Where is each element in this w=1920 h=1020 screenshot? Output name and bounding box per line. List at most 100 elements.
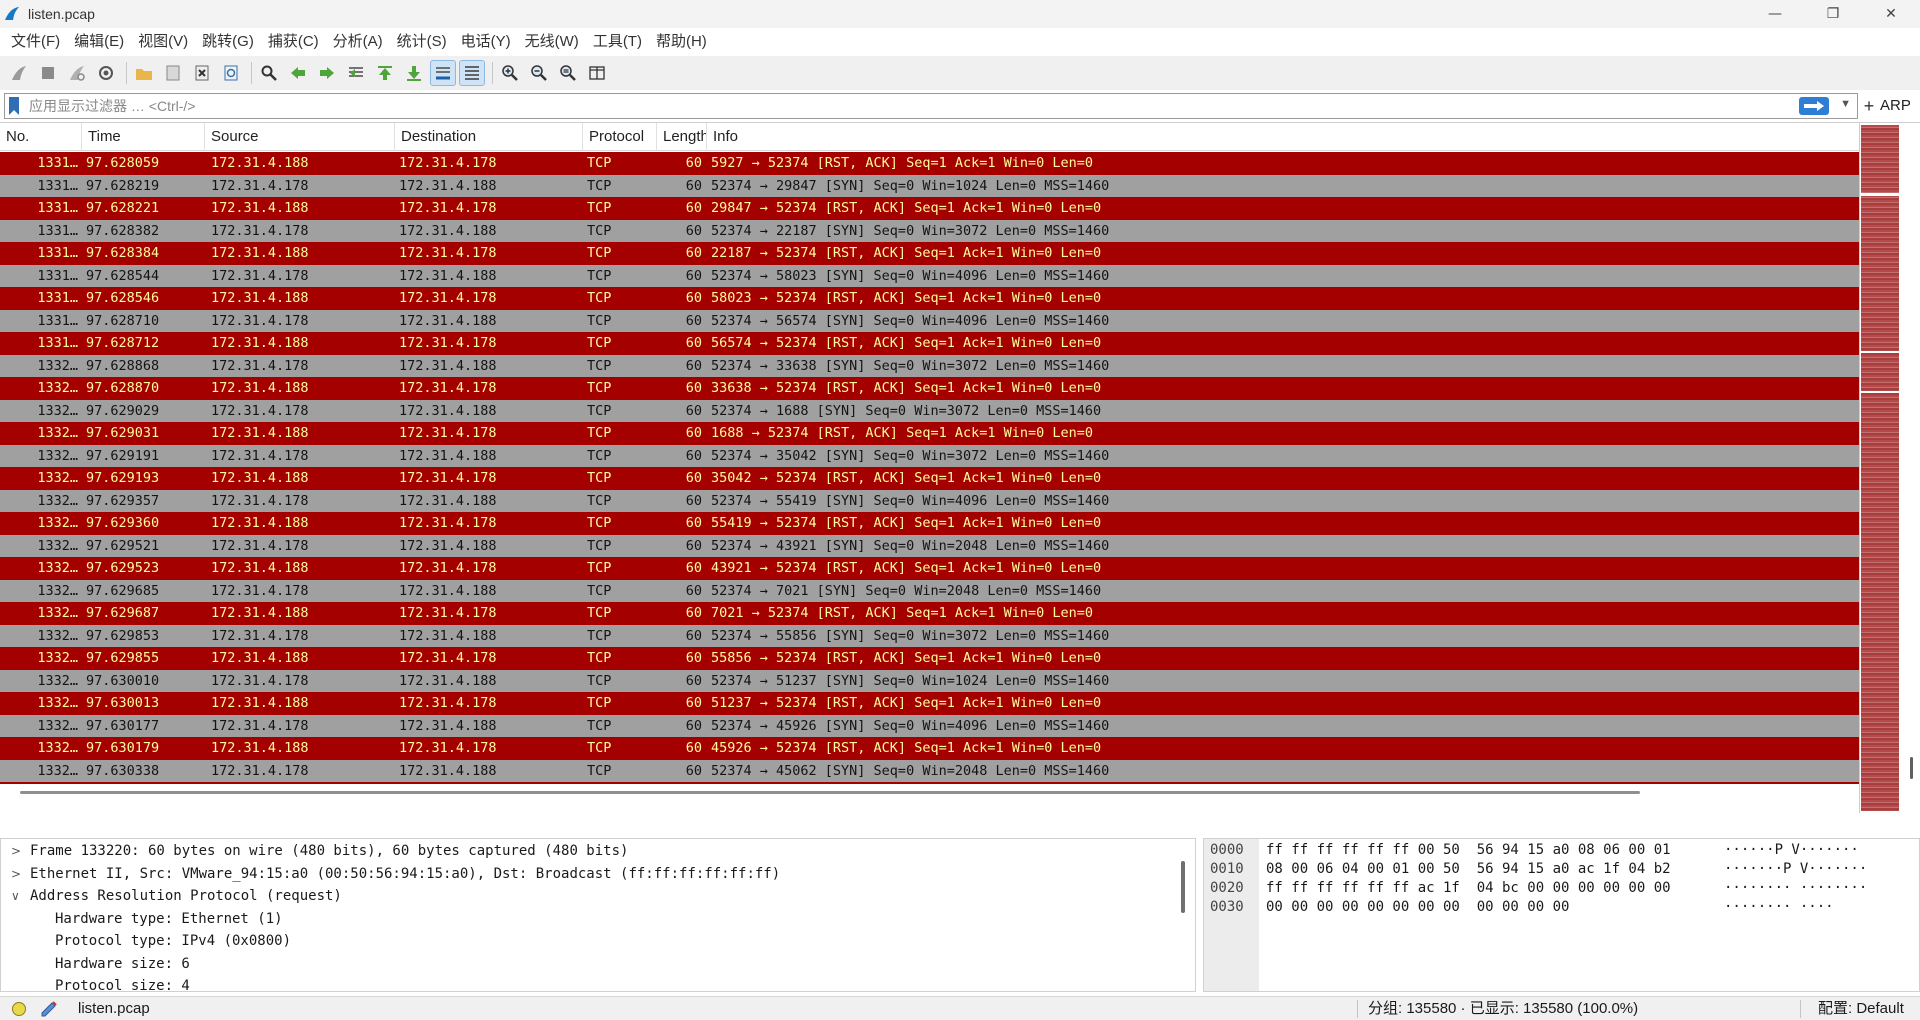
bytes-hex[interactable]: ff ff ff ff ff ff ac 1f 04 bc 00 00 00 0…	[1266, 879, 1671, 898]
packet-list-vscrollbar[interactable]	[1902, 123, 1920, 813]
go-forward-icon[interactable]	[314, 60, 340, 86]
packet-row[interactable]: 1332… 97.629031 172.31.4.188 172.31.4.178 TC…	[0, 422, 1859, 445]
minimize-button[interactable]: —	[1746, 0, 1804, 28]
packet-row[interactable]: 1331… 97.628219 172.31.4.178 172.31.4.188 TC…	[0, 174, 1859, 197]
close-file-icon[interactable]	[189, 60, 215, 86]
packet-row[interactable]: 1332… 97.629685 172.31.4.178 172.31.4.188 TC…	[0, 579, 1859, 602]
bytes-hex[interactable]: 00 00 00 00 00 00 00 00 00 00 00 00	[1266, 898, 1569, 917]
column-header-no[interactable]: No.	[0, 123, 82, 151]
status-profile[interactable]: 配置: Default	[1818, 997, 1904, 1020]
go-to-packet-icon[interactable]	[343, 60, 369, 86]
bytes-hex[interactable]: 08 00 06 04 00 01 00 50 56 94 15 a0 ac 1…	[1266, 860, 1671, 879]
packet-row[interactable]: 1332… 97.629193 172.31.4.188 172.31.4.178 TC…	[0, 467, 1859, 490]
packet-row[interactable]: 1331… 97.628544 172.31.4.178 172.31.4.188 TC…	[0, 264, 1859, 287]
menu-help[interactable]: 帮助(H)	[649, 28, 714, 56]
apply-filter-button[interactable]	[1799, 97, 1829, 115]
bytes-ascii[interactable]: ········ ········	[1724, 879, 1867, 898]
packet-row[interactable]: 1332… 97.629191 172.31.4.178 172.31.4.188 TC…	[0, 444, 1859, 467]
saved-filter-button-arp[interactable]: ARP	[1880, 92, 1911, 120]
column-header-destination[interactable]: Destination	[395, 123, 583, 151]
menu-capture[interactable]: 捕获(C)	[261, 28, 326, 56]
packet-row[interactable]: 1331… 97.628546 172.31.4.188 172.31.4.178 TC…	[0, 287, 1859, 310]
packet-row[interactable]: 1332… 97.629855 172.31.4.188 172.31.4.178 TC…	[0, 647, 1859, 670]
capture-options-icon[interactable]	[93, 60, 119, 86]
packet-list-hscrollbar[interactable]	[0, 787, 1859, 799]
menu-tools[interactable]: 工具(T)	[586, 28, 649, 56]
colorize-icon[interactable]	[459, 60, 485, 86]
packet-row[interactable]: 1332… 97.628870 172.31.4.188 172.31.4.178 TC…	[0, 377, 1859, 400]
details-tree-node[interactable]: > Ethernet II, Src: VMware_94:15:a0 (00:5…	[1, 863, 1171, 886]
details-field[interactable]: Hardware size: 6	[1, 953, 1171, 976]
details-scrollbar-thumb[interactable]	[1181, 861, 1185, 913]
packet-row[interactable]: 1331… 97.628059 172.31.4.188 172.31.4.178 TC…	[0, 152, 1859, 175]
menu-statistics[interactable]: 统计(S)	[390, 28, 454, 56]
packet-row[interactable]: 1331… 97.628221 172.31.4.188 172.31.4.178 TC…	[0, 197, 1859, 220]
packet-minimap[interactable]	[1859, 123, 1901, 813]
filter-history-dropdown-icon[interactable]: ▼	[1840, 98, 1851, 110]
open-file-icon[interactable]	[131, 60, 157, 86]
go-first-icon[interactable]	[372, 60, 398, 86]
restart-capture-icon[interactable]	[64, 60, 90, 86]
reload-file-icon[interactable]	[218, 60, 244, 86]
column-header-source[interactable]: Source	[205, 123, 395, 151]
packet-row[interactable]: 1332… 97.629687 172.31.4.188 172.31.4.178 TC…	[0, 602, 1859, 625]
menu-view[interactable]: 视图(V)	[131, 28, 195, 56]
vscrollbar-thumb[interactable]	[1910, 757, 1913, 779]
chevron-right-icon[interactable]: >	[11, 863, 23, 886]
bytes-ascii[interactable]: ·······P V·······	[1724, 860, 1867, 879]
packet-row[interactable]: 1331… 97.628384 172.31.4.188 172.31.4.178 TC…	[0, 242, 1859, 265]
packet-row[interactable]: 1332… 97.630177 172.31.4.178 172.31.4.188 TC…	[0, 714, 1859, 737]
filter-bookmark-icon[interactable]	[7, 96, 21, 116]
packet-row[interactable]: 1332… 97.630013 172.31.4.188 172.31.4.178 TC…	[0, 692, 1859, 715]
expert-info-led-icon[interactable]	[12, 1002, 26, 1016]
column-header-time[interactable]: Time	[82, 123, 205, 151]
shark-fin-start-icon[interactable]	[6, 60, 32, 86]
find-packet-icon[interactable]	[256, 60, 282, 86]
chevron-down-icon[interactable]: ∨	[11, 885, 23, 908]
bytes-ascii[interactable]: ········ ····	[1724, 898, 1834, 917]
details-field[interactable]: Hardware type: Ethernet (1)	[1, 908, 1171, 931]
zoom-out-icon[interactable]	[526, 60, 552, 86]
restore-button[interactable]: ❐	[1804, 0, 1862, 28]
bytes-ascii[interactable]: ······P V·······	[1724, 841, 1859, 860]
menu-edit[interactable]: 编辑(E)	[67, 28, 131, 56]
packet-row[interactable]: 1332… 97.629029 172.31.4.178 172.31.4.188 TC…	[0, 399, 1859, 422]
resize-columns-icon[interactable]	[584, 60, 610, 86]
display-filter-input[interactable]	[29, 95, 1779, 117]
packet-row[interactable]: 1332… 97.629521 172.31.4.178 172.31.4.188 TC…	[0, 534, 1859, 557]
packet-row[interactable]: 1332… 97.630342 172.31.4.188 172.31.4.178 TC…	[0, 782, 1859, 784]
packet-row[interactable]: 1332… 97.630338 172.31.4.178 172.31.4.188 TC…	[0, 759, 1859, 782]
column-header-info[interactable]: Info	[707, 123, 1859, 151]
menu-analyze[interactable]: 分析(A)	[326, 28, 390, 56]
packet-row[interactable]: 1332… 97.630010 172.31.4.178 172.31.4.188 TC…	[0, 669, 1859, 692]
packet-row[interactable]: 1331… 97.628710 172.31.4.178 172.31.4.188 TC…	[0, 309, 1859, 332]
go-last-icon[interactable]	[401, 60, 427, 86]
menu-telephony[interactable]: 电话(Y)	[454, 28, 518, 56]
packet-row[interactable]: 1332… 97.629360 172.31.4.188 172.31.4.178 TC…	[0, 512, 1859, 535]
zoom-in-icon[interactable]	[497, 60, 523, 86]
save-file-icon[interactable]	[160, 60, 186, 86]
menu-file[interactable]: 文件(F)	[4, 28, 67, 56]
packet-row[interactable]: 1332… 97.629523 172.31.4.188 172.31.4.178 TC…	[0, 557, 1859, 580]
stop-capture-icon[interactable]	[35, 60, 61, 86]
packet-row[interactable]: 1331… 97.628712 172.31.4.188 172.31.4.178 TC…	[0, 332, 1859, 355]
details-field[interactable]: Protocol type: IPv4 (0x0800)	[1, 930, 1171, 953]
capture-comment-icon[interactable]	[40, 999, 60, 1017]
normal-size-icon[interactable]	[555, 60, 581, 86]
details-tree-node[interactable]: > Frame 133220: 60 bytes on wire (480 bit…	[1, 840, 1171, 863]
close-window-button[interactable]: ✕	[1862, 0, 1920, 28]
bytes-hex[interactable]: ff ff ff ff ff ff 00 50 56 94 15 a0 08 0…	[1266, 841, 1671, 860]
column-header-protocol[interactable]: Protocol	[583, 123, 657, 151]
go-back-icon[interactable]	[285, 60, 311, 86]
chevron-right-icon[interactable]: >	[11, 840, 23, 863]
details-tree-node[interactable]: ∨ Address Resolution Protocol (request)	[1, 885, 1171, 908]
menu-wireless[interactable]: 无线(W)	[518, 28, 586, 56]
packet-row[interactable]: 1332… 97.628868 172.31.4.178 172.31.4.188 TC…	[0, 354, 1859, 377]
packet-row[interactable]: 1332… 97.629357 172.31.4.178 172.31.4.188 TC…	[0, 489, 1859, 512]
packet-row[interactable]: 1332… 97.630179 172.31.4.188 172.31.4.178 TC…	[0, 737, 1859, 760]
column-header-length[interactable]: Length	[657, 123, 707, 151]
packet-row[interactable]: 1332… 97.629853 172.31.4.178 172.31.4.188 TC…	[0, 624, 1859, 647]
details-field[interactable]: Protocol size: 4	[1, 975, 1171, 991]
menu-go[interactable]: 跳转(G)	[195, 28, 261, 56]
add-filter-button[interactable]: +	[1859, 92, 1879, 120]
